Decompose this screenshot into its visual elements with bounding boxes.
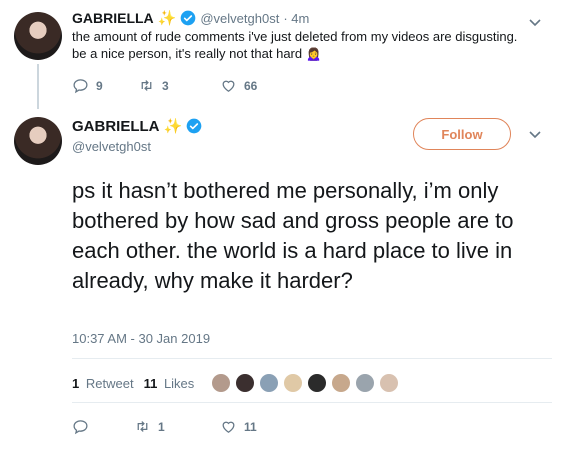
retweet-count: 3 — [162, 78, 169, 93]
like-count: 66 — [244, 78, 258, 93]
like-count: 11 — [244, 419, 257, 434]
reply-icon — [73, 79, 88, 94]
liker-avatar[interactable] — [332, 374, 351, 392]
thread-line — [37, 64, 39, 109]
tweet-text-content: the amount of rude comments i've just de… — [72, 29, 518, 61]
author-handle[interactable]: @velvetgh0st — [200, 11, 279, 26]
tweet-text: the amount of rude comments i've just de… — [72, 28, 532, 62]
chevron-down-icon[interactable] — [528, 15, 542, 29]
like-button[interactable]: 11 — [220, 418, 280, 435]
like-stat-label: Likes — [163, 375, 195, 391]
tweet-actions: 9 3 66 — [72, 77, 280, 94]
liker-avatar[interactable] — [260, 374, 279, 392]
retweet-icon — [141, 80, 152, 91]
reply-icon — [73, 420, 88, 435]
like-button[interactable]: 66 — [220, 77, 280, 94]
liker-avatar[interactable] — [308, 374, 327, 392]
like-stat[interactable]: 11 Likes — [144, 376, 195, 391]
reply-button[interactable]: 9 — [72, 77, 138, 94]
avatar[interactable] — [14, 117, 62, 165]
verified-badge-icon — [181, 10, 196, 26]
follow-button[interactable]: Follow — [413, 118, 511, 150]
chevron-down-icon[interactable] — [528, 127, 542, 141]
tweet-time[interactable]: · 4m — [283, 11, 309, 26]
engagement-stats: 1 Retweet 11 Likes — [72, 374, 404, 392]
retweet-button[interactable]: 3 — [138, 77, 220, 94]
retweet-stat-label: Retweet — [85, 375, 134, 391]
like-stat-count: 11 — [143, 375, 158, 391]
tweet-timestamp[interactable]: 10:37 AM - 30 Jan 2019 — [72, 331, 210, 346]
liker-avatar[interactable] — [380, 374, 399, 392]
liker-avatar[interactable] — [236, 374, 255, 392]
divider — [72, 358, 552, 359]
author-name[interactable]: GABRIELLA — [72, 118, 160, 135]
tweet-body: ps it hasn’t bothered me personally, i’m… — [72, 178, 514, 293]
liker-avatars — [212, 374, 404, 392]
sparkle-emoji: ✨ — [163, 118, 183, 135]
verified-badge-icon — [186, 118, 202, 134]
reply-button[interactable] — [72, 418, 134, 435]
author-name[interactable]: GABRIELLA — [72, 10, 154, 26]
retweet-count: 1 — [158, 419, 165, 434]
heart-icon — [222, 80, 235, 92]
avatar[interactable] — [14, 12, 62, 60]
sparkle-emoji: ✨ — [157, 10, 177, 27]
liker-avatar[interactable] — [356, 374, 375, 392]
tweet-header: GABRIELLA ✨ @velvetgh0st · 4m — [72, 9, 309, 27]
retweet-button[interactable]: 1 — [134, 418, 220, 435]
author-handle[interactable]: @velvetgh0st — [72, 139, 151, 154]
heart-icon — [222, 421, 235, 433]
retweet-icon — [137, 421, 148, 432]
tweet-header: GABRIELLA ✨ — [72, 117, 202, 135]
reply-count: 9 — [96, 78, 103, 93]
person-emoji: 🙍‍♀️ — [305, 46, 322, 61]
divider — [72, 402, 552, 403]
retweet-stat[interactable]: 1 Retweet — [72, 376, 134, 391]
retweet-stat-count: 1 — [72, 375, 80, 391]
liker-avatar[interactable] — [212, 374, 231, 392]
tweet-actions: 1 11 — [72, 418, 280, 435]
liker-avatar[interactable] — [284, 374, 303, 392]
